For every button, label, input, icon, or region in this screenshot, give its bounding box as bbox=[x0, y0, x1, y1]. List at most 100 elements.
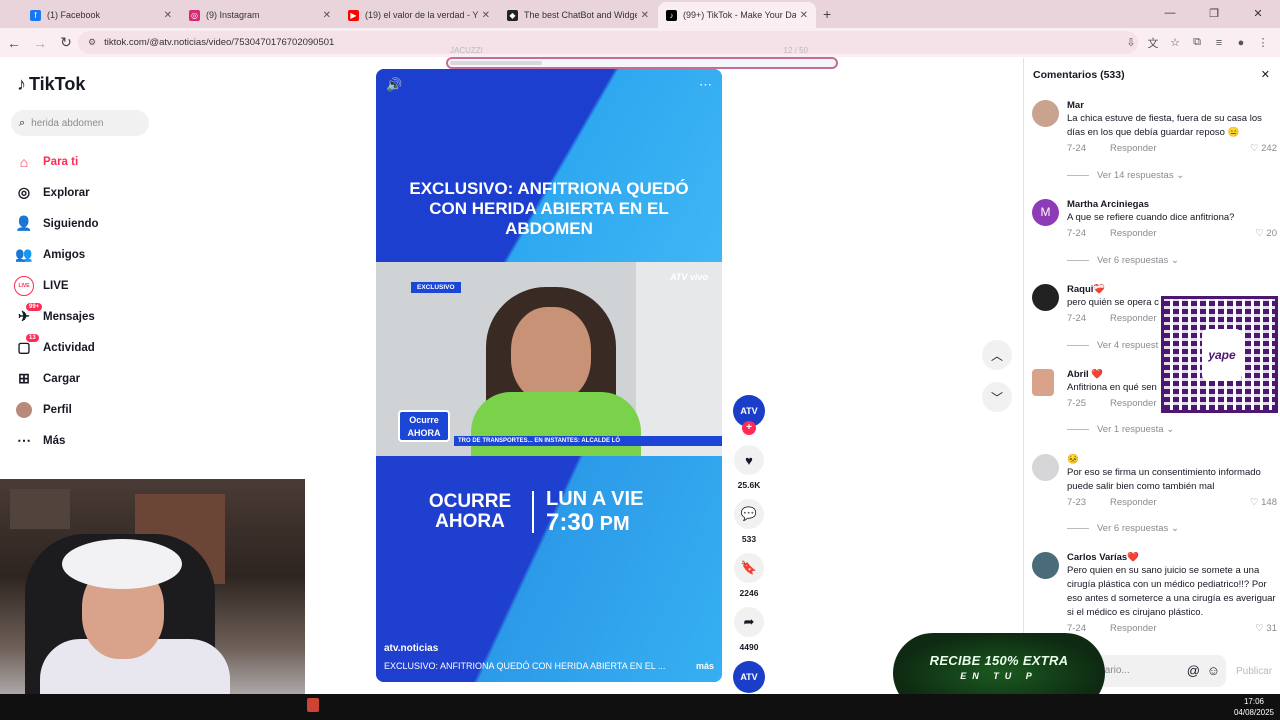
facebook-icon: f bbox=[30, 9, 41, 21]
commenter-avatar[interactable] bbox=[1032, 284, 1059, 311]
sidebar-item-explorar[interactable]: ◎ Explorar bbox=[14, 177, 99, 208]
site-info-icon[interactable]: ⚙ bbox=[88, 37, 96, 48]
search-input[interactable]: ⌕ herida abdomen bbox=[11, 110, 149, 136]
tiktok-logo[interactable]: ♪ TikTok bbox=[17, 74, 85, 95]
view-replies-button[interactable]: Ver 1 respuesta ⌄ bbox=[1067, 424, 1174, 435]
close-tab-icon[interactable]: ✕ bbox=[641, 10, 649, 21]
share-button[interactable]: ➦ bbox=[734, 607, 764, 637]
comment-like-button[interactable]: ♡ 242 bbox=[1250, 143, 1277, 154]
commenter-name[interactable]: 😣 bbox=[1067, 454, 1277, 465]
ocurre-ahora-tag: Ocurre AHORA bbox=[398, 410, 450, 442]
comment-like-button[interactable]: ♡ 20 bbox=[1255, 228, 1277, 239]
reply-button[interactable]: Responder bbox=[1110, 623, 1156, 634]
commenter-avatar[interactable] bbox=[1032, 369, 1054, 396]
video-player[interactable]: 🔊 ⋯ EXCLUSIVO: ANFITRIONA QUEDÓ CON HERI… bbox=[376, 69, 722, 682]
shelf bbox=[10, 489, 70, 529]
commenter-avatar[interactable] bbox=[1032, 100, 1059, 127]
save-button[interactable]: 🔖 bbox=[734, 553, 764, 583]
browser-tab-tiktok[interactable]: ♪ (99+) TikTok - Make Your Day ✕ bbox=[658, 2, 816, 28]
yape-logo: yape bbox=[1202, 329, 1242, 381]
sidebar-item-perfil[interactable]: Perfil bbox=[14, 394, 99, 425]
reply-button[interactable]: Responder bbox=[1110, 143, 1156, 154]
forward-icon[interactable]: → bbox=[28, 35, 52, 51]
commenter-name[interactable]: Carlos Varías❤️ bbox=[1067, 552, 1277, 563]
close-comments-icon[interactable]: ✕ bbox=[1261, 68, 1270, 81]
sidebar-item-cargar[interactable]: ⊞ Cargar bbox=[14, 363, 99, 394]
profile-avatar-icon[interactable]: ● bbox=[1230, 37, 1252, 49]
translate-icon[interactable]: 文 bbox=[1142, 35, 1164, 51]
follow-plus-icon[interactable]: + bbox=[742, 421, 756, 435]
reply-button[interactable]: Responder bbox=[1110, 497, 1156, 508]
view-replies-button[interactable]: Ver 6 respuestas ⌄ bbox=[1067, 523, 1179, 534]
sidebar-item-live[interactable]: LIVE LIVE bbox=[14, 270, 99, 301]
reply-button[interactable]: Responder bbox=[1110, 398, 1156, 409]
bookmark-star-icon[interactable]: ☆ bbox=[1164, 36, 1186, 49]
emoji-icon[interactable]: ☺ bbox=[1207, 655, 1220, 687]
install-icon[interactable]: ⇩ bbox=[1120, 36, 1142, 49]
restore-icon[interactable]: ❐ bbox=[1192, 7, 1236, 20]
creator-avatar[interactable]: ATV + bbox=[733, 395, 765, 435]
comment-body: Martha Arciniegas A que se refiere cuand… bbox=[1067, 199, 1277, 239]
like-button[interactable]: ♥ bbox=[734, 445, 764, 475]
volume-icon[interactable]: 🔊 bbox=[386, 77, 402, 93]
taskbar-app-icon[interactable] bbox=[307, 698, 319, 712]
sidebar-item-mensajes[interactable]: ✈ 99+ Mensajes bbox=[14, 301, 99, 332]
reply-button[interactable]: Responder bbox=[1110, 313, 1156, 324]
clock-time: 17:06 bbox=[1243, 697, 1264, 706]
close-window-icon[interactable]: ✕ bbox=[1236, 7, 1280, 20]
url-field[interactable]: ⚙ tiktok.com/@atv.noticias/video/75304701… bbox=[78, 31, 1138, 54]
back-icon[interactable]: ← bbox=[2, 35, 26, 51]
sidebar-item-actividad[interactable]: ▢ 13 Actividad bbox=[14, 332, 99, 363]
extensions-icon[interactable]: ⧉ bbox=[1186, 36, 1208, 49]
comment-like-button[interactable]: ♡ 31 bbox=[1255, 623, 1277, 634]
close-tab-icon[interactable]: ✕ bbox=[323, 10, 331, 21]
post-comment-button[interactable]: Publicar bbox=[1236, 666, 1272, 677]
sidebar-item-siguiendo[interactable]: 👤 Siguiendo bbox=[14, 208, 98, 239]
video-author[interactable]: atv.noticias bbox=[384, 643, 438, 654]
media-icon[interactable]: ≡ bbox=[1208, 37, 1230, 49]
reply-button[interactable]: Responder bbox=[1110, 228, 1156, 239]
new-tab-button[interactable]: + bbox=[823, 6, 831, 22]
reload-icon[interactable]: ↻ bbox=[54, 34, 78, 51]
commenter-name[interactable]: Martha Arciniegas bbox=[1067, 199, 1277, 210]
close-tab-icon[interactable]: ✕ bbox=[164, 10, 172, 21]
comment-meta: 7-24 Responder ♡ 31 bbox=[1067, 623, 1277, 634]
commenter-name[interactable]: Raqui❤️‍🩹 bbox=[1067, 284, 1277, 295]
music-disc-avatar[interactable]: ATV bbox=[733, 661, 765, 693]
commenter-avatar[interactable]: M bbox=[1032, 199, 1059, 226]
minimize-icon[interactable]: — bbox=[1148, 7, 1192, 19]
browser-tab-instagram[interactable]: ◎ (9) Instagram ✕ bbox=[181, 2, 339, 28]
comment-like-count: 148 bbox=[1261, 497, 1277, 508]
browser-tab-chatbot[interactable]: ◆ The best ChatBot and Widgets ✕ bbox=[499, 2, 657, 28]
previous-video-button[interactable]: ︿ bbox=[982, 340, 1012, 370]
progress-count: 12 / 50 bbox=[783, 46, 808, 55]
view-replies-button[interactable]: Ver 6 respuestas ⌄ bbox=[1067, 255, 1179, 266]
sidebar-item-label: Explorar bbox=[43, 186, 90, 199]
browser-tab-youtube[interactable]: ▶ (19) el valor de la verdad - YouTube ✕ bbox=[340, 2, 498, 28]
next-video-button[interactable]: ﹀ bbox=[982, 382, 1012, 412]
comment-button[interactable]: 💬 bbox=[734, 499, 764, 529]
close-tab-icon[interactable]: ✕ bbox=[800, 10, 808, 21]
browser-tab-facebook[interactable]: f (1) Facebook ✕ bbox=[22, 2, 180, 28]
more-icon: ⋯ bbox=[17, 432, 31, 448]
promo-divider bbox=[532, 490, 534, 533]
mention-icon[interactable]: @ bbox=[1187, 655, 1200, 687]
comment-like-count: 242 bbox=[1261, 143, 1277, 154]
promo-days: LUN A VIE bbox=[546, 488, 644, 510]
more-link[interactable]: más bbox=[696, 661, 714, 671]
video-top-controls: 🔊 ⋯ bbox=[376, 77, 722, 93]
browser-menu-icon[interactable]: ⋮ bbox=[1252, 36, 1274, 49]
close-tab-icon[interactable]: ✕ bbox=[482, 10, 490, 21]
news-clip: EXCLUSIVO ATV vivo Ocurre AHORA TRO DE T… bbox=[376, 262, 722, 456]
video-progress-bar[interactable]: JACUZZI 12 / 50 bbox=[446, 46, 838, 69]
commenter-avatar[interactable] bbox=[1032, 454, 1059, 481]
view-replies-button[interactable]: Ver 14 respuestas ⌄ bbox=[1067, 170, 1184, 181]
more-options-icon[interactable]: ⋯ bbox=[699, 77, 712, 93]
sidebar-item-para-ti[interactable]: ⌂ Para ti bbox=[14, 146, 99, 177]
view-replies-button[interactable]: Ver 4 respuest bbox=[1067, 340, 1158, 351]
sidebar-item-amigos[interactable]: 👥 Amigos bbox=[14, 239, 99, 270]
comment-like-button[interactable]: ♡ 148 bbox=[1250, 497, 1277, 508]
sidebar-item-mas[interactable]: ⋯ Más bbox=[14, 425, 99, 456]
commenter-name[interactable]: Mar bbox=[1067, 100, 1277, 111]
commenter-avatar[interactable] bbox=[1032, 552, 1059, 579]
